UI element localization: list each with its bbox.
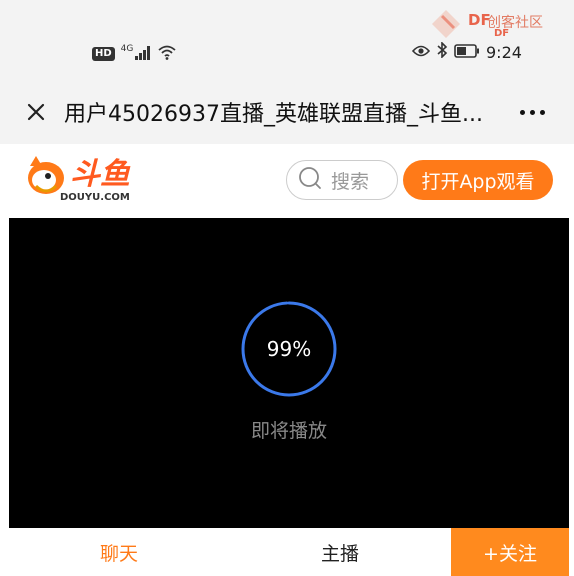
wifi-icon <box>157 44 177 64</box>
status-time: 9:24 <box>486 42 522 62</box>
network-type-label: 4G <box>120 44 134 54</box>
tab-anchor[interactable]: 主播 <box>229 528 451 576</box>
site-header: 斗鱼 DOUYU.COM 搜索 打开App观看 <box>0 144 574 218</box>
video-player[interactable]: 99% 即将播放 <box>9 218 569 528</box>
search-label: 搜索 <box>331 170 370 193</box>
svg-text:斗鱼: 斗鱼 <box>70 157 131 192</box>
more-button[interactable] <box>512 94 552 130</box>
search-box[interactable]: 搜索 <box>286 160 398 200</box>
close-button[interactable] <box>20 96 52 128</box>
bottom-tab-bar: 聊天 主播 +关注 <box>0 528 574 576</box>
signal-icon <box>135 45 151 64</box>
status-right-group: 9:24 <box>411 41 522 62</box>
search-icon <box>297 165 323 195</box>
bluetooth-icon <box>436 41 448 62</box>
follow-button[interactable]: +关注 <box>451 528 569 576</box>
tab-chat[interactable]: 聊天 <box>9 528 229 576</box>
loading-percent: 99% <box>266 337 312 361</box>
eye-icon <box>411 43 431 62</box>
page-title: 用户45026937直播_英雄联盟直播_斗鱼... <box>64 102 483 127</box>
watermark-logo: DF 创客社区 DF <box>424 4 564 44</box>
close-icon <box>20 103 52 132</box>
status-left-group: HD 4G <box>92 44 177 64</box>
douyu-logo[interactable]: 斗鱼 DOUYU.COM <box>22 152 152 208</box>
battery-icon <box>454 43 480 62</box>
watermark-brand-small: DF <box>494 28 510 39</box>
status-bar: DF 创客社区 DF HD 4G 9:24 <box>0 0 574 80</box>
browser-title-bar: 用户45026937直播_英雄联盟直播_斗鱼... <box>0 80 574 144</box>
open-app-button[interactable]: 打开App观看 <box>403 160 553 200</box>
more-icon-dot <box>529 109 535 115</box>
more-icon-dot <box>539 109 545 115</box>
player-status-text: 即将播放 <box>250 420 327 442</box>
hd-badge: HD <box>92 47 115 61</box>
logo-domain-text: DOUYU.COM <box>60 192 130 203</box>
more-icon-dot <box>519 109 525 115</box>
